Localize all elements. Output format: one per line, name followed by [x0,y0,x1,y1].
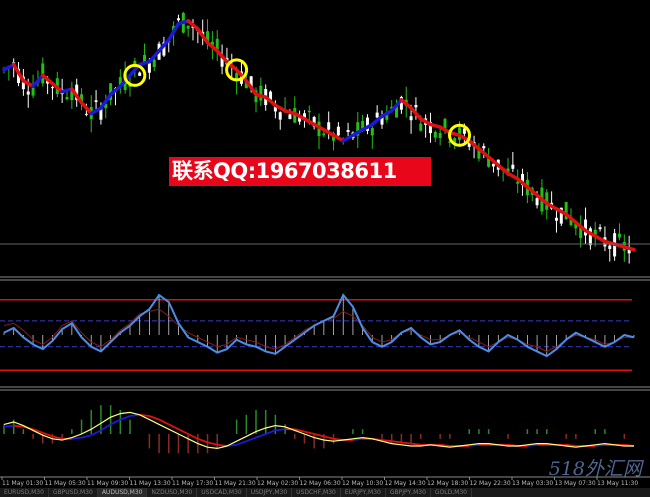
macd-slow-line [110,418,121,426]
candle-body [409,116,413,121]
macd-slow-line [100,423,112,432]
macd-slow-line [265,429,276,435]
candle-body [50,87,54,89]
time-axis-label: 12 May 06:30 [300,480,341,487]
candle-body [152,59,156,67]
macd-slow-line [3,424,14,428]
time-axis-label: 11 May 13:30 [130,480,171,487]
time-axis-label: 11 May 09:30 [87,480,128,487]
macd-slow-line [81,434,92,439]
macd-slow-line [90,429,102,437]
time-axis-label: 12 May 18:30 [427,480,468,487]
macd-slow-line [313,433,325,438]
chart-canvas: 11 May 01:30 11 May 05:30 11 May 09:30 11 M… [0,11,650,487]
candle-body [554,217,558,221]
symbol-tab[interactable]: AUDUSD,M30 [97,488,148,497]
candle-body [462,128,466,134]
macd-slow-line [275,428,286,432]
time-axis-label: 11 May 17:30 [172,480,213,487]
time-axis-label: 11 May 05:30 [45,480,86,487]
macd-slow-line [245,436,257,443]
candle-body [186,25,190,29]
candle-body [176,18,180,21]
macd-slow-line [13,424,24,428]
macd-slow-line [410,442,421,446]
time-axis: 11 May 01:30 11 May 05:30 11 May 09:30 11 M… [0,243,650,487]
candle-body [370,128,374,136]
candle-body [414,104,418,108]
time-axis-label: 11 May 01:30 [2,480,43,487]
macd-fast-line [3,411,634,450]
macd-slow-line [197,437,208,444]
macd-slow-line [158,418,170,426]
candle-body [535,198,539,206]
candle-body [138,72,142,76]
symbol-tab[interactable]: USDJPY,M30 [247,488,293,497]
candle-body [375,112,379,118]
macd-slow-line [236,440,247,446]
macd-slow-line [119,415,131,421]
macd-slow-line [168,423,179,431]
candle-body [336,126,340,136]
symbol-tab-strip: EURUSD,M30 GBPUSD,M30 AUDUSD,M30 NZDUSD,M30… [0,488,650,497]
time-axis-label: 12 May 22:30 [470,480,511,487]
macd-panel [3,405,635,454]
time-axis-label: 13 May 07:30 [555,480,596,487]
time-axis-label: 12 May 02:30 [257,480,298,487]
candle-body [41,63,45,84]
candle-body [327,122,331,130]
candle-body [322,133,326,136]
oscillator-signal-line [3,308,634,353]
candle-body [94,100,98,102]
time-axis-label: 12 May 10:30 [342,480,383,487]
macd-slow-line [304,430,315,435]
candle-body [598,227,602,230]
candle-body [31,87,35,96]
price-panel [2,11,636,264]
candle-body [608,245,612,249]
macd-slow-line [401,441,412,445]
macd-slow-line [323,435,334,440]
symbol-tab[interactable]: USDCAD,M30 [197,488,247,497]
candle-body [259,85,263,101]
time-axis-label: 13 May 11:30 [597,480,638,487]
symbol-tab[interactable]: USDCHF,M30 [292,488,341,497]
symbol-tab[interactable]: GBPJPY,M30 [386,488,431,497]
candle-body [65,97,69,100]
symbol-tab[interactable]: GOLD,M30 [431,488,472,497]
candle-body [307,110,311,113]
candle-body [288,114,292,119]
candle-body [346,130,350,133]
symbol-tab[interactable]: EURUSD,M30 [0,488,49,497]
macd-slow-line [149,415,160,421]
macd-slow-line [71,436,82,440]
candle-body [511,164,515,169]
macd-slow-line [207,441,218,446]
candle-body [84,113,88,115]
site-watermark: 518外汇网 [548,458,642,480]
contact-banner: 联系QQ:1967038611 [169,157,431,186]
candle-body [617,233,621,238]
candle-body [419,123,423,131]
symbol-tab[interactable]: EURJPY,M30 [341,488,386,497]
macd-slow-line [187,433,199,440]
macd-slow-line [391,440,402,444]
symbol-tab[interactable]: NZDUSD,M30 [147,488,198,497]
candle-body [26,91,30,95]
macd-slow-line [255,433,267,439]
time-axis-label: 11 May 21:30 [215,480,256,487]
candle-body [438,133,442,138]
time-axis-label: 13 May 03:30 [512,480,553,487]
candle-body [482,146,486,149]
time-axis-label: 12 May 14:30 [385,480,426,487]
symbol-tab[interactable]: GBPUSD,M30 [49,488,98,497]
candle-body [433,131,437,138]
macd-slow-line [178,428,189,435]
candle-body [278,112,282,120]
oscillator-panel [0,293,635,371]
